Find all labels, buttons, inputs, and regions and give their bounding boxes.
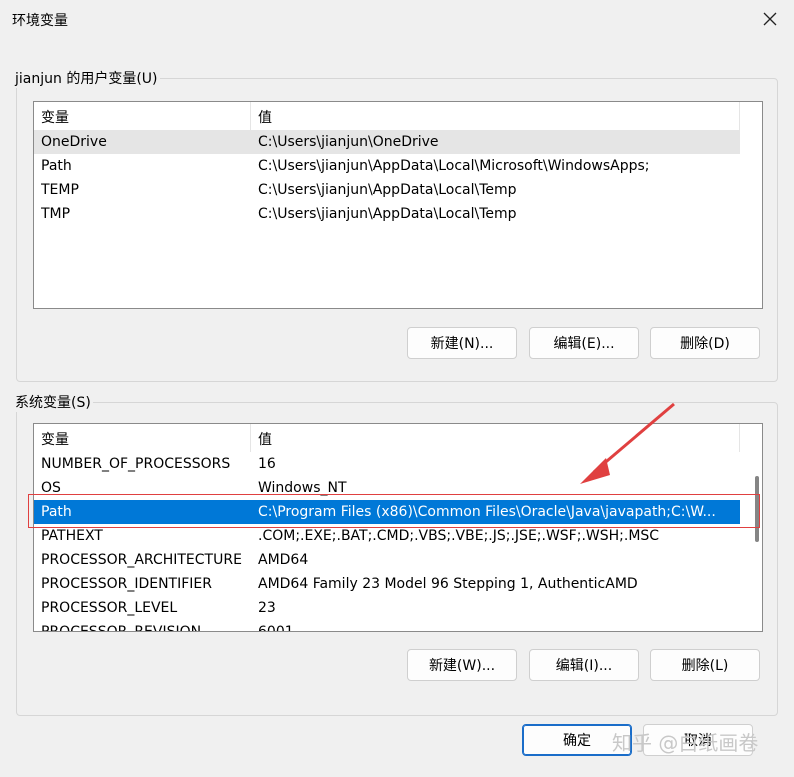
variable-value: 6001 — [258, 624, 294, 632]
table-row-selected[interactable]: Path C:\Program Files (x86)\Common Files… — [34, 500, 740, 524]
system-new-button[interactable]: 新建(W)... — [407, 649, 517, 681]
user-variables-list[interactable]: 变量 值 OneDrive C:\Users\jianjun\OneDrive … — [33, 101, 763, 309]
table-row[interactable]: PATHEXT .COM;.EXE;.BAT;.CMD;.VBS;.VBE;.J… — [34, 524, 740, 548]
table-row[interactable]: PROCESSOR_REVISION 6001 — [34, 620, 740, 632]
title-bar: 环境变量 — [0, 0, 794, 40]
table-row[interactable]: PROCESSOR_ARCHITECTURE AMD64 — [34, 548, 740, 572]
variable-value: .COM;.EXE;.BAT;.CMD;.VBS;.VBE;.JS;.JSE;.… — [258, 528, 660, 544]
column-header-value[interactable]: 值 — [258, 429, 272, 449]
column-header-variable[interactable]: 变量 — [41, 107, 69, 127]
vertical-scrollbar[interactable] — [742, 424, 762, 631]
variable-value: C:\Users\jianjun\AppData\Local\Temp — [258, 182, 517, 198]
close-icon — [763, 12, 777, 26]
variable-name: PROCESSOR_ARCHITECTURE — [41, 552, 242, 568]
table-row[interactable]: PROCESSOR_IDENTIFIER AMD64 Family 23 Mod… — [34, 572, 740, 596]
user-edit-button[interactable]: 编辑(E)... — [529, 327, 639, 359]
variable-name: PROCESSOR_IDENTIFIER — [41, 576, 212, 592]
variable-name: PATHEXT — [41, 528, 103, 544]
variable-name: OneDrive — [41, 134, 107, 150]
scrollbar-thumb[interactable] — [755, 476, 759, 542]
user-delete-button[interactable]: 删除(D) — [650, 327, 760, 359]
user-variables-label: jianjun 的用户变量(U) — [15, 71, 158, 87]
table-row[interactable]: TEMP C:\Users\jianjun\AppData\Local\Temp — [34, 178, 740, 202]
watermark: 知乎 @白纸画卷 — [612, 731, 759, 755]
variable-name: PROCESSOR_LEVEL — [41, 600, 178, 616]
variable-name: TMP — [41, 206, 71, 222]
window-title: 环境变量 — [12, 13, 68, 29]
list-header: 变量 值 — [34, 102, 740, 130]
system-delete-button[interactable]: 删除(L) — [650, 649, 760, 681]
column-header-value[interactable]: 值 — [258, 107, 272, 127]
close-button[interactable] — [754, 4, 786, 34]
user-new-button[interactable]: 新建(N)... — [407, 327, 517, 359]
variable-name: NUMBER_OF_PROCESSORS — [41, 456, 231, 472]
variable-value: AMD64 Family 23 Model 96 Stepping 1, Aut… — [258, 576, 638, 592]
system-variables-label: 系统变量(S) — [15, 395, 91, 411]
variable-value: C:\Program Files (x86)\Common Files\Orac… — [258, 504, 716, 520]
variable-name: PROCESSOR_REVISION — [41, 624, 202, 632]
column-header-variable[interactable]: 变量 — [41, 429, 69, 449]
variable-value: AMD64 — [258, 552, 309, 568]
variable-value: C:\Users\jianjun\AppData\Local\Microsoft… — [258, 158, 650, 174]
table-row[interactable]: PROCESSOR_LEVEL 23 — [34, 596, 740, 620]
variable-value: C:\Users\jianjun\AppData\Local\Temp — [258, 206, 517, 222]
annotation-arrow-icon — [580, 402, 675, 484]
variable-value: C:\Users\jianjun\OneDrive — [258, 134, 439, 150]
table-row[interactable]: OneDrive C:\Users\jianjun\OneDrive — [34, 130, 740, 154]
system-edit-button[interactable]: 编辑(I)... — [529, 649, 639, 681]
variable-name: Path — [41, 158, 72, 174]
variable-value: 23 — [258, 600, 276, 616]
variable-name: TEMP — [41, 182, 79, 198]
variable-name: OS — [41, 480, 61, 496]
table-row[interactable]: Path C:\Users\jianjun\AppData\Local\Micr… — [34, 154, 740, 178]
variable-name: Path — [41, 504, 72, 520]
table-row[interactable]: TMP C:\Users\jianjun\AppData\Local\Temp — [34, 202, 740, 226]
